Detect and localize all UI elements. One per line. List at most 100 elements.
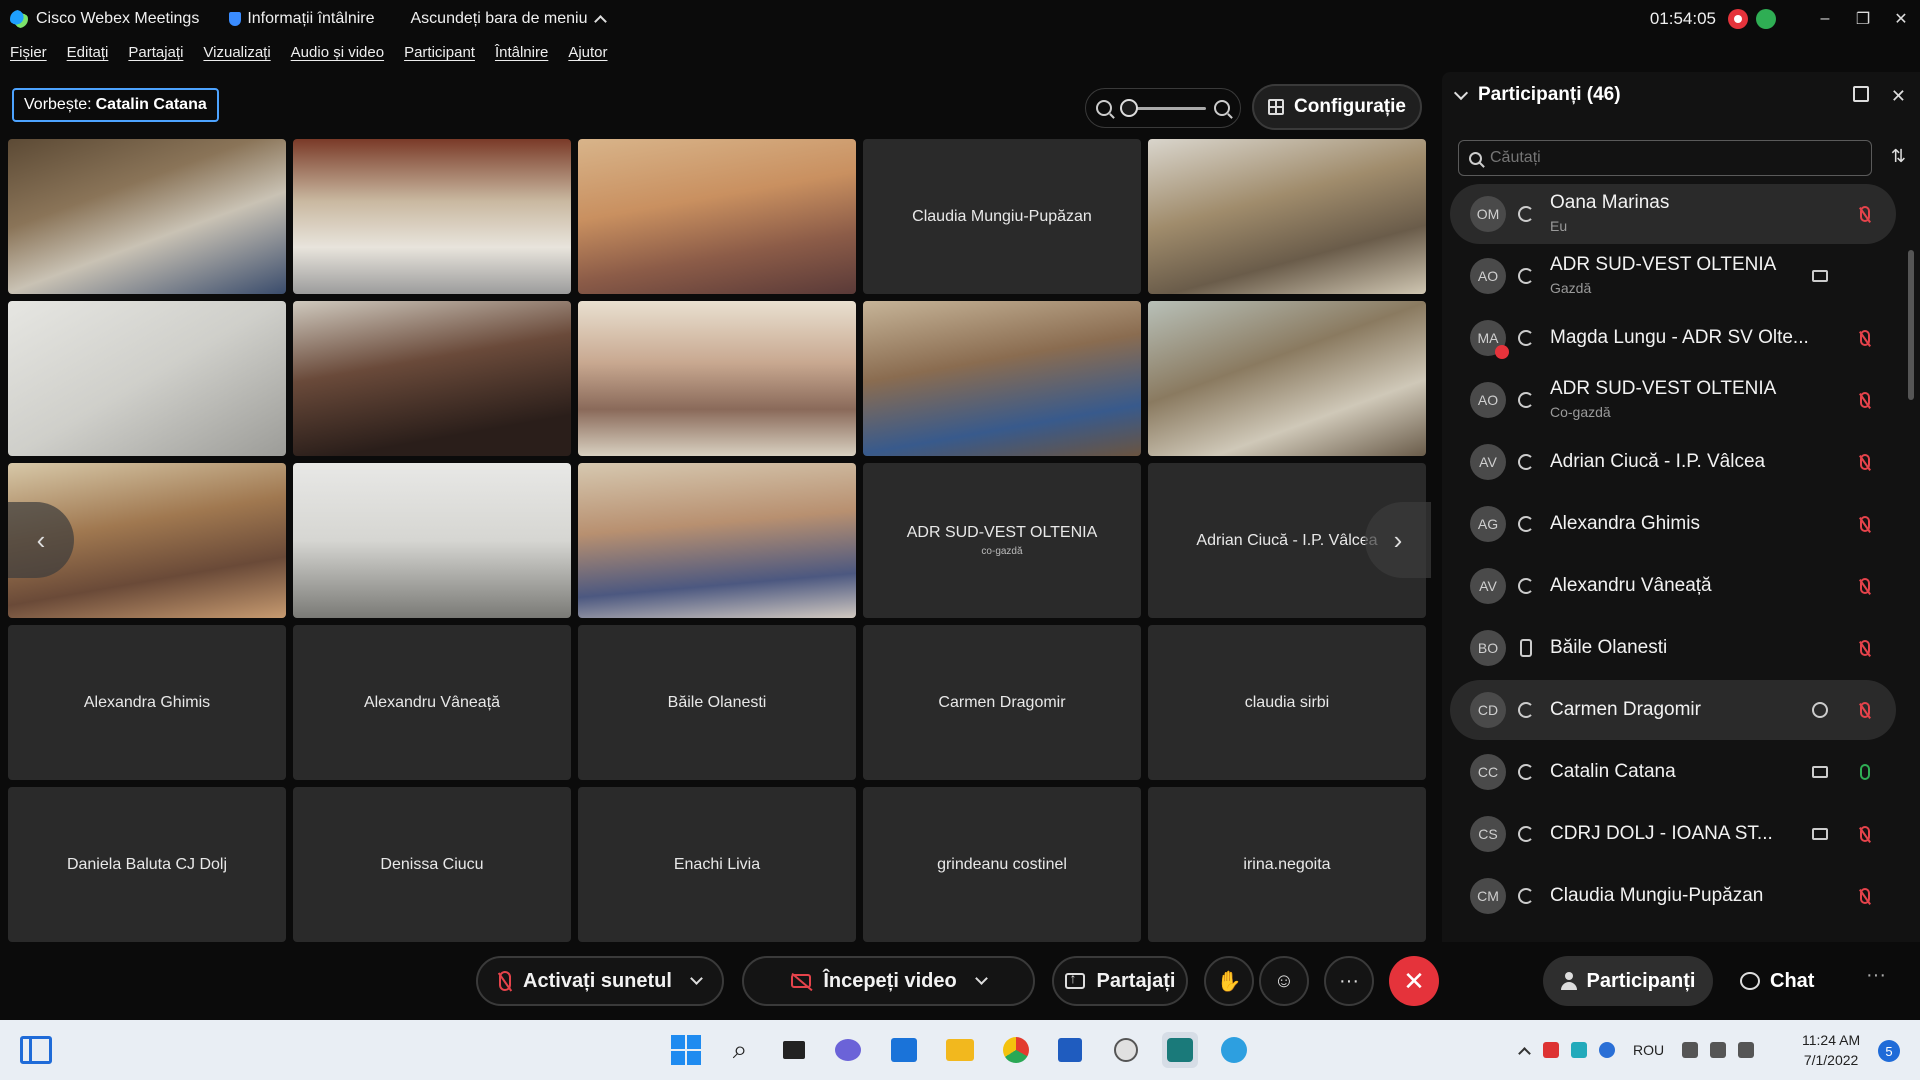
video-tile[interactable] (863, 301, 1141, 456)
video-tile[interactable] (578, 139, 856, 294)
battery-icon[interactable] (1738, 1042, 1755, 1058)
outlook-icon[interactable] (886, 1032, 922, 1068)
webex-taskbar-icon[interactable] (1162, 1032, 1198, 1068)
video-tile[interactable]: grindeanu costinel (863, 787, 1141, 942)
menu-view[interactable]: Vizualizați (203, 44, 270, 68)
share-button[interactable]: Partajați (1052, 956, 1188, 1006)
participant-row[interactable]: AV Adrian Ciucă - I.P. Vâlcea (1450, 432, 1896, 492)
chevron-down-icon[interactable] (974, 972, 988, 985)
video-tile[interactable]: Alexandru Vâneață (293, 625, 571, 780)
participants-toggle-button[interactable]: Participanți (1543, 956, 1713, 1006)
participant-row[interactable]: CD Carmen Dragomir (1450, 680, 1896, 740)
next-page-button[interactable]: › (1365, 502, 1431, 578)
chevron-up-icon[interactable] (1518, 1046, 1531, 1060)
teams-chat-icon[interactable] (830, 1032, 866, 1068)
video-tile[interactable]: Enachi Livia (578, 787, 856, 942)
panel-options-icon[interactable]: ··· (1866, 964, 1886, 987)
mic-muted-icon[interactable] (1860, 702, 1870, 718)
mic-muted-icon[interactable] (1860, 454, 1870, 470)
chat-toggle-button[interactable]: Chat (1740, 956, 1814, 1006)
hide-menu-button[interactable]: Ascundeți bara de meniu (411, 10, 607, 28)
participants-panel-header[interactable]: Participanți (46) (1453, 84, 1621, 106)
input-language[interactable]: ROU (1633, 1042, 1664, 1058)
menu-audio-video[interactable]: Audio și video (291, 44, 384, 68)
file-explorer-icon[interactable] (942, 1032, 978, 1068)
participant-row[interactable]: AG Alexandra Ghimis (1450, 494, 1896, 554)
tray-app-icon[interactable] (1571, 1042, 1587, 1058)
task-view-icon[interactable] (776, 1032, 812, 1068)
volume-icon[interactable] (1710, 1042, 1727, 1058)
restore-button[interactable]: ❐ (1844, 9, 1882, 29)
video-tile[interactable]: Carmen Dragomir (863, 625, 1141, 780)
menu-file[interactable]: Fișier (10, 44, 47, 68)
video-tile[interactable] (8, 139, 286, 294)
network-icon[interactable] (1682, 1042, 1699, 1058)
meeting-info-button[interactable]: Informații întâlnire (229, 10, 375, 28)
close-panel-icon[interactable]: ✕ (1891, 86, 1906, 107)
chevron-down-icon[interactable] (690, 972, 703, 985)
mic-muted-icon[interactable] (1860, 826, 1870, 842)
participant-row[interactable]: AO ADR SUD-VEST OLTENIA Gazdă (1450, 246, 1896, 306)
video-tile[interactable] (8, 301, 286, 456)
video-tile[interactable] (578, 463, 856, 618)
chat-icon[interactable] (1812, 702, 1828, 718)
zoom-in-icon[interactable] (1214, 100, 1230, 116)
participant-list-scrollbar[interactable] (1908, 190, 1914, 930)
sort-icon[interactable]: ⇅ (1891, 146, 1906, 167)
chrome-icon[interactable] (998, 1032, 1034, 1068)
video-tile[interactable]: Alexandra Ghimis (8, 625, 286, 780)
participant-row[interactable]: AO ADR SUD-VEST OLTENIA Co-gazdă (1450, 370, 1896, 430)
video-tile[interactable]: Băile Olanesti (578, 625, 856, 780)
globe-icon[interactable] (1216, 1032, 1252, 1068)
video-tile[interactable] (578, 301, 856, 456)
menu-edit[interactable]: Editați (67, 44, 109, 68)
participant-row[interactable]: CC Catalin Catana (1450, 742, 1896, 802)
mic-muted-icon[interactable] (1860, 330, 1870, 346)
widgets-icon[interactable] (20, 1036, 52, 1064)
video-tile[interactable]: ADR SUD-VEST OLTENIA co-gazdă (863, 463, 1141, 618)
video-tile[interactable]: Denissa Ciucu (293, 787, 571, 942)
video-tile[interactable] (1148, 139, 1426, 294)
word-icon[interactable] (1052, 1032, 1088, 1068)
video-tile[interactable] (293, 139, 571, 294)
zoom-slider[interactable] (1120, 98, 1206, 117)
mic-muted-icon[interactable] (1860, 888, 1870, 904)
network-health-icon[interactable] (1756, 9, 1776, 29)
participant-row[interactable]: MA Magda Lungu - ADR SV Olte... (1450, 308, 1896, 368)
notification-badge[interactable]: 5 (1878, 1040, 1900, 1062)
participant-row[interactable]: OM Oana Marinas Eu (1450, 184, 1896, 244)
close-button[interactable]: ✕ (1882, 9, 1920, 29)
zoom-out-icon[interactable] (1096, 100, 1112, 116)
popout-icon[interactable] (1852, 86, 1869, 102)
unmute-button[interactable]: Activați sunetul (476, 956, 724, 1006)
mic-muted-icon[interactable] (1860, 206, 1870, 222)
raise-hand-button[interactable]: ✋ (1204, 956, 1254, 1006)
reactions-button[interactable]: ☺ (1259, 956, 1309, 1006)
leave-meeting-button[interactable]: ✕ (1389, 956, 1439, 1006)
video-tile[interactable]: Daniela Baluta CJ Dolj (8, 787, 286, 942)
participant-row[interactable]: BO Băile Olanesti (1450, 618, 1896, 678)
paint-icon[interactable] (1108, 1032, 1144, 1068)
recording-icon[interactable] (1728, 9, 1748, 29)
video-tile[interactable]: Claudia Mungiu-Pupăzan (863, 139, 1141, 294)
participant-row[interactable]: CM Claudia Mungiu-Pupăzan (1450, 866, 1896, 926)
video-tile[interactable] (293, 301, 571, 456)
search-icon[interactable]: ⌕ (722, 1032, 758, 1068)
mic-muted-icon[interactable] (1860, 392, 1870, 408)
mic-muted-icon[interactable] (1860, 640, 1870, 656)
scrollbar-thumb[interactable] (1908, 250, 1914, 400)
zoom-slider-knob[interactable] (1120, 98, 1138, 117)
menu-participant[interactable]: Participant (404, 44, 475, 68)
participant-row[interactable]: CS CDRJ DOLJ - IOANA ST... (1450, 804, 1896, 864)
tray-app-icon[interactable] (1543, 1042, 1559, 1058)
start-video-button[interactable]: Începeți video (742, 956, 1035, 1006)
more-options-button[interactable]: ··· (1324, 956, 1374, 1006)
participant-row[interactable]: AV Alexandru Vâneață (1450, 556, 1896, 616)
mic-active-icon[interactable] (1860, 764, 1870, 780)
video-tile[interactable]: claudia sirbi (1148, 625, 1426, 780)
search-input[interactable] (1490, 149, 1850, 167)
menu-share[interactable]: Partajați (128, 44, 183, 68)
mic-muted-icon[interactable] (1860, 516, 1870, 532)
start-icon[interactable] (668, 1032, 704, 1068)
video-tile[interactable] (1148, 301, 1426, 456)
